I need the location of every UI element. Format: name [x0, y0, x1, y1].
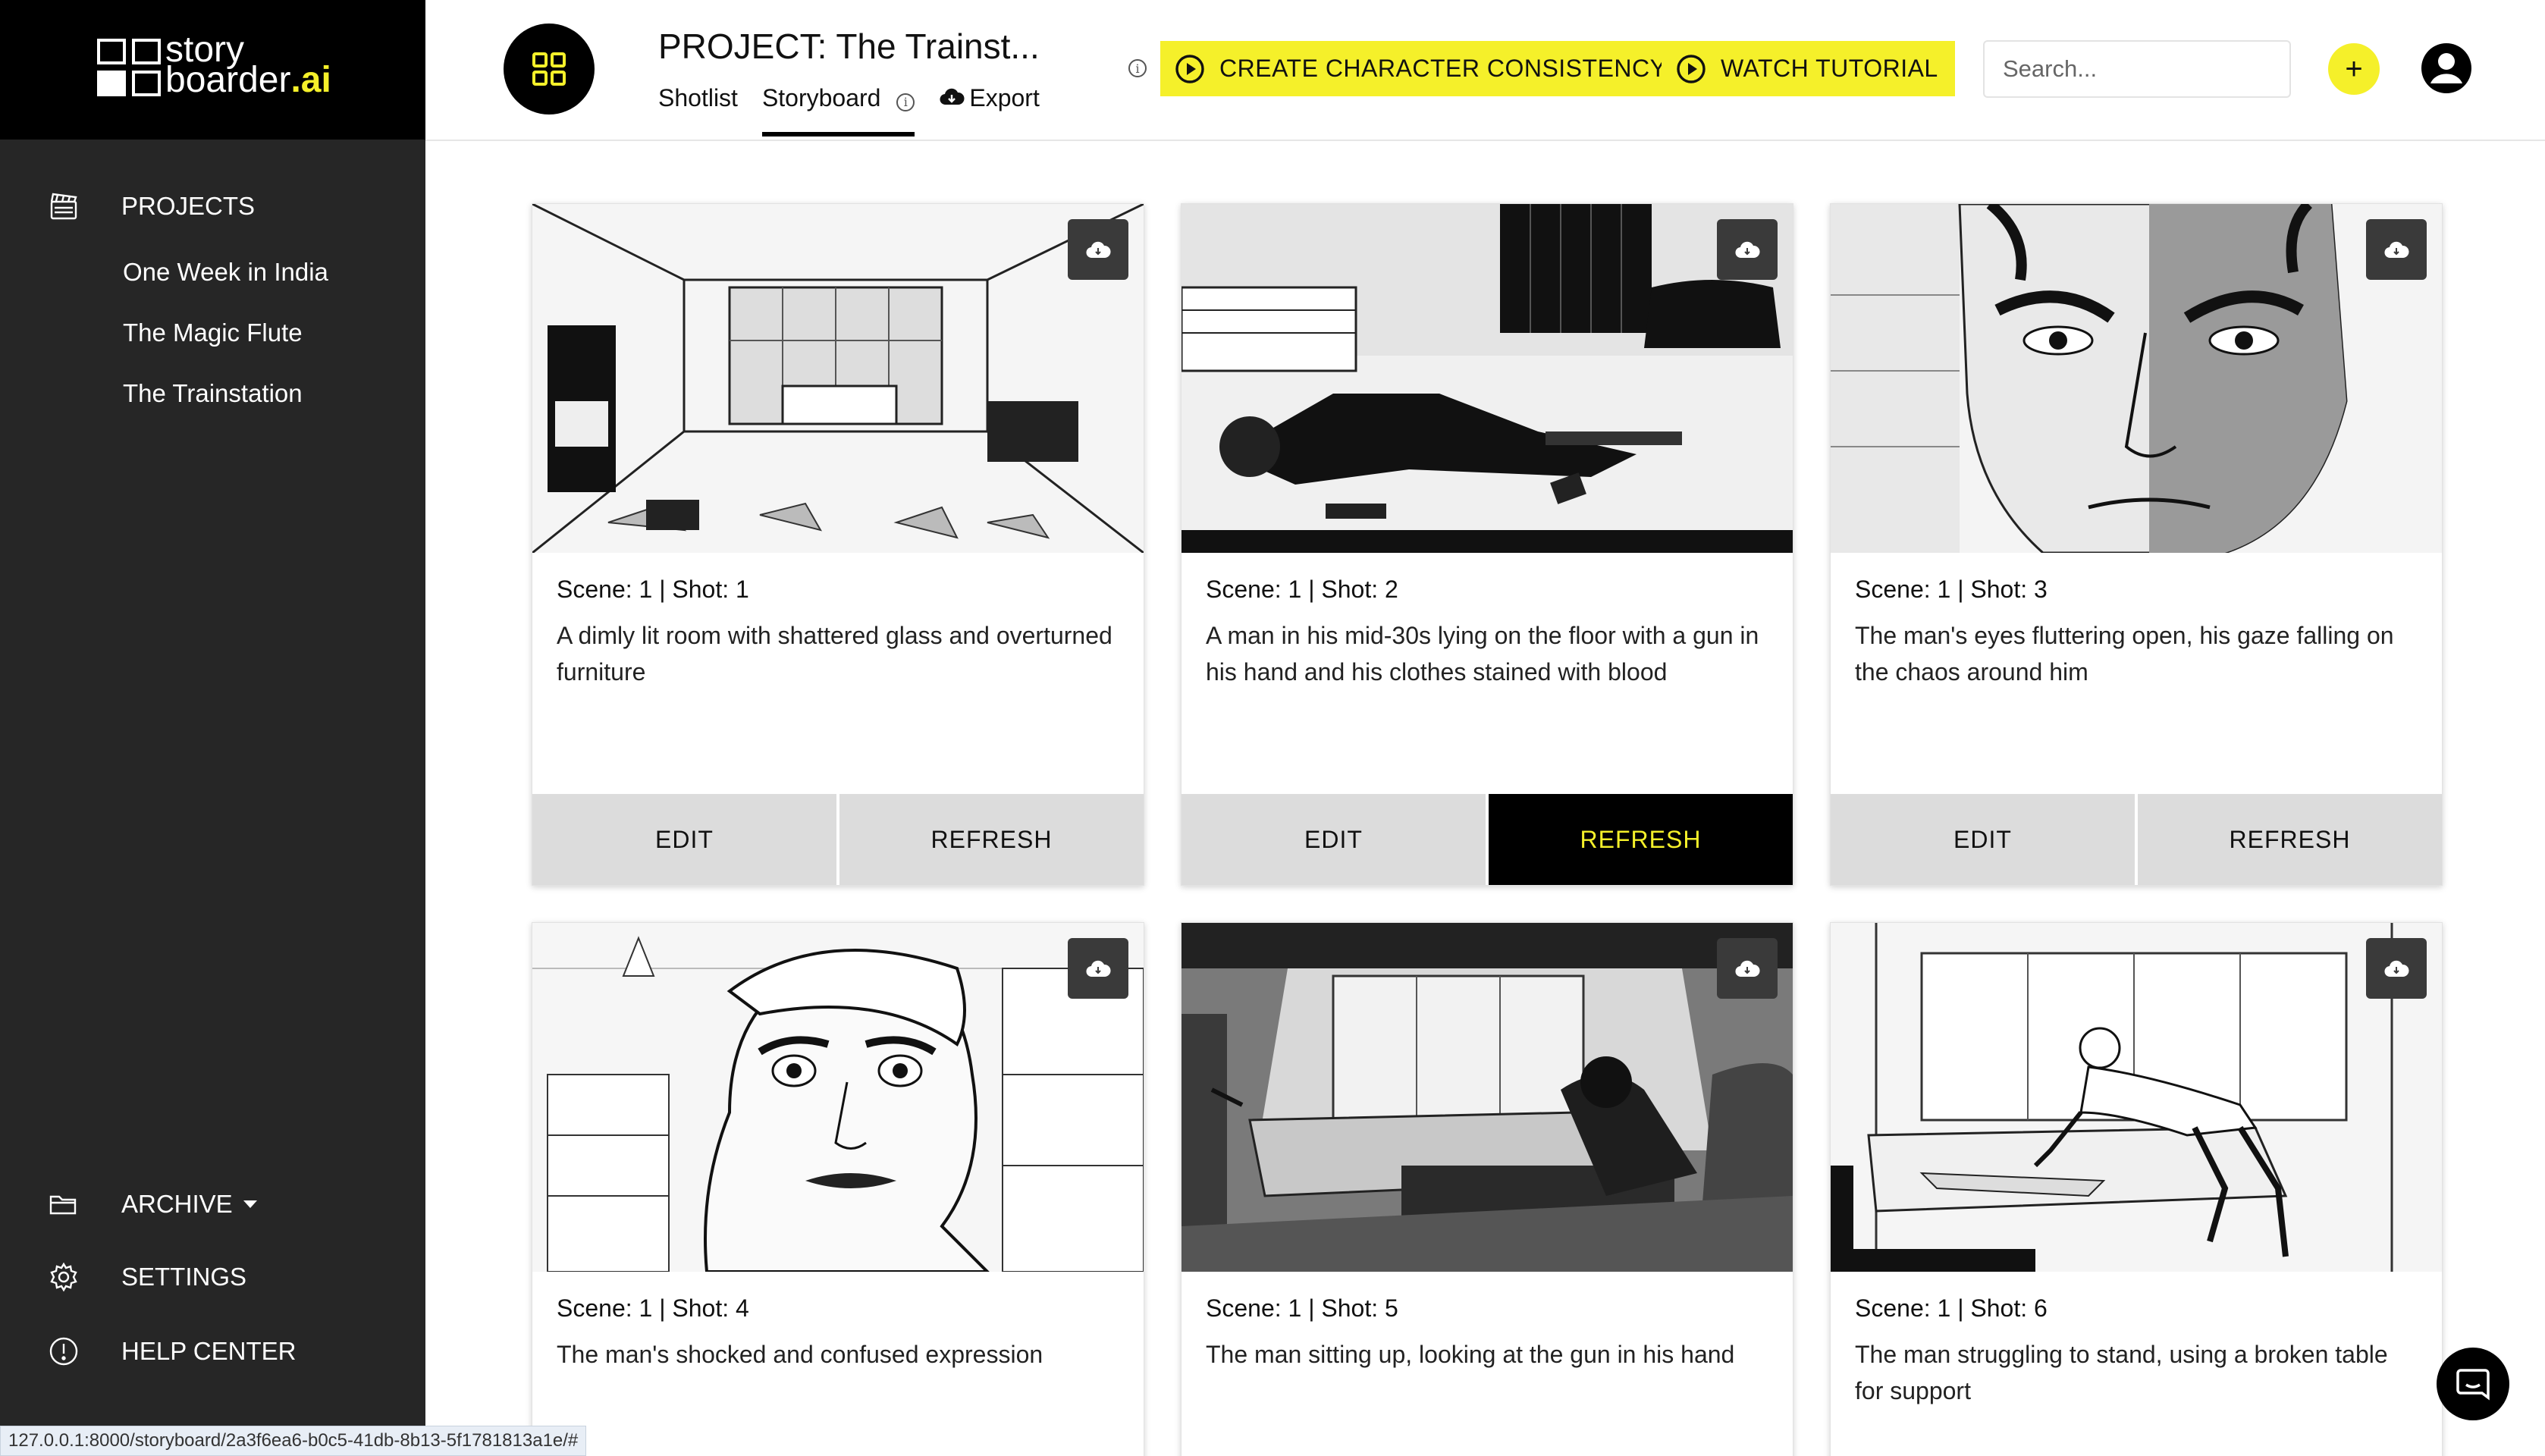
shot-card: Scene: 1 | Shot: 1 A dimly lit room with…	[532, 203, 1144, 886]
sidebar-item-archive[interactable]: ARCHIVE	[0, 1188, 257, 1221]
sidebar-item-label: PROJECTS	[121, 192, 256, 220]
logo-text-bottom: boarder	[165, 60, 291, 100]
room-illustration	[532, 204, 1144, 553]
man-struggling-illustration	[1831, 923, 2442, 1272]
shot-title: Scene: 1 | Shot: 2	[1206, 576, 1398, 603]
shot-image[interactable]	[532, 204, 1144, 553]
watch-tutorial-button[interactable]: WATCH TUTORIAL	[1662, 41, 1955, 96]
shot-description: The man's eyes fluttering open, his gaze…	[1855, 622, 2394, 686]
logo-text: story boarder.ai	[165, 32, 331, 99]
cloud-download-icon[interactable]	[1717, 219, 1778, 280]
project-link-the-trainstation[interactable]: The Trainstation	[123, 379, 303, 408]
sidebar-item-settings[interactable]: SETTINGS	[0, 1260, 246, 1294]
cloud-download-icon[interactable]	[1068, 219, 1128, 280]
avatar[interactable]	[2420, 42, 2473, 95]
shot-card: Scene: 1 | Shot: 4 The man's shocked and…	[532, 922, 1144, 1456]
top-header: PROJECT: The Trainst... Shotlist Storybo…	[425, 0, 2545, 141]
gear-icon	[47, 1260, 80, 1294]
logo-mark	[97, 39, 164, 99]
shot-title: Scene: 1 | Shot: 3	[1855, 576, 2048, 603]
shot-card: Scene: 1 | Shot: 6 The man struggling to…	[1830, 922, 2443, 1456]
page-title: PROJECT: The Trainst...	[658, 27, 1040, 66]
shot-title: Scene: 1 | Shot: 4	[557, 1294, 749, 1322]
info-icon[interactable]: i	[1128, 59, 1147, 77]
shot-image[interactable]	[1831, 204, 2442, 553]
button-label: WATCH TUTORIAL	[1721, 55, 1938, 82]
tab-export[interactable]: Export	[939, 82, 1040, 136]
button-label: CREATE CHARACTER CONSISTENCY	[1219, 55, 1667, 82]
shot-card: Scene: 1 | Shot: 3 The man's eyes flutte…	[1830, 203, 2443, 886]
sidebar-item-projects[interactable]: PROJECTS	[0, 190, 255, 223]
cloud-download-icon[interactable]	[2366, 219, 2427, 280]
shot-title: Scene: 1 | Shot: 1	[557, 576, 749, 603]
add-button[interactable]: +	[2328, 43, 2380, 95]
play-circle-icon	[1677, 54, 1706, 83]
sidebar: story boarder.ai PROJECTS One Week in In…	[0, 0, 425, 1456]
shot-description: The man sitting up, looking at the gun i…	[1206, 1341, 1735, 1368]
cloud-download-icon[interactable]	[1717, 938, 1778, 999]
folder-icon	[47, 1188, 80, 1221]
sidebar-item-label: SETTINGS	[121, 1263, 247, 1291]
refresh-button[interactable]: REFRESH	[2135, 794, 2442, 885]
tab-shotlist[interactable]: Shotlist	[658, 82, 738, 136]
logo[interactable]: story boarder.ai	[0, 0, 425, 140]
shot-description: A dimly lit room with shattered glass an…	[557, 622, 1112, 686]
sidebar-item-label: HELP CENTER	[121, 1337, 297, 1365]
tab-label: Export	[969, 84, 1040, 111]
search-input[interactable]	[1983, 40, 2291, 98]
man-on-floor-illustration	[1181, 204, 1793, 553]
shocked-man-illustration	[532, 923, 1144, 1272]
shot-card: Scene: 1 | Shot: 2 A man in his mid-30s …	[1181, 203, 1793, 886]
play-circle-icon	[1175, 54, 1204, 83]
shot-card: Scene: 1 | Shot: 5 The man sitting up, l…	[1181, 922, 1793, 1456]
cloud-download-icon	[940, 88, 965, 105]
shot-image[interactable]	[1831, 923, 2442, 1272]
shot-description: The man's shocked and confused expressio…	[557, 1341, 1043, 1368]
refresh-button[interactable]: REFRESH	[836, 794, 1144, 885]
sidebar-item-help-center[interactable]: HELP CENTER	[0, 1335, 296, 1368]
project-link-one-week-in-india[interactable]: One Week in India	[123, 258, 328, 287]
edit-button[interactable]: EDIT	[1181, 794, 1486, 885]
tab-label: Storyboard	[761, 84, 881, 111]
shot-description: A man in his mid-30s lying on the floor …	[1206, 622, 1759, 686]
status-bar-url: 127.0.0.1:8000/storyboard/2a3f6ea6-b0c5-…	[0, 1426, 587, 1456]
clapperboard-icon	[47, 190, 80, 223]
alert-circle-icon	[47, 1335, 80, 1368]
cloud-download-icon[interactable]	[2366, 938, 2427, 999]
grid-icon[interactable]	[504, 24, 595, 115]
shot-title: Scene: 1 | Shot: 5	[1206, 1294, 1398, 1322]
project-link-the-magic-flute[interactable]: The Magic Flute	[123, 318, 303, 347]
info-icon[interactable]: i	[896, 93, 915, 111]
edit-button[interactable]: EDIT	[532, 794, 836, 885]
man-face-closeup-illustration	[1831, 204, 2442, 553]
man-sitting-illustration	[1181, 923, 1793, 1272]
shot-title: Scene: 1 | Shot: 6	[1855, 1294, 2048, 1322]
sidebar-item-label: ARCHIVE	[121, 1190, 233, 1218]
shot-image[interactable]	[1181, 204, 1793, 553]
chat-widget-button[interactable]	[2437, 1348, 2509, 1420]
shot-image[interactable]	[532, 923, 1144, 1272]
shot-description: The man struggling to stand, using a bro…	[1855, 1341, 2388, 1404]
tab-storyboard[interactable]: Storyboard i	[761, 82, 915, 136]
chat-icon	[2456, 1369, 2490, 1401]
cloud-download-icon[interactable]	[1068, 938, 1128, 999]
view-tabs: Shotlist Storyboard i Export	[658, 82, 1064, 136]
shot-image[interactable]	[1181, 923, 1793, 1272]
create-character-consistency-button[interactable]: CREATE CHARACTER CONSISTENCY	[1160, 41, 1684, 96]
refresh-button[interactable]: REFRESH	[1486, 794, 1793, 885]
logo-text-ai: .ai	[290, 60, 331, 100]
caret-down-icon	[243, 1200, 257, 1208]
edit-button[interactable]: EDIT	[1831, 794, 2135, 885]
